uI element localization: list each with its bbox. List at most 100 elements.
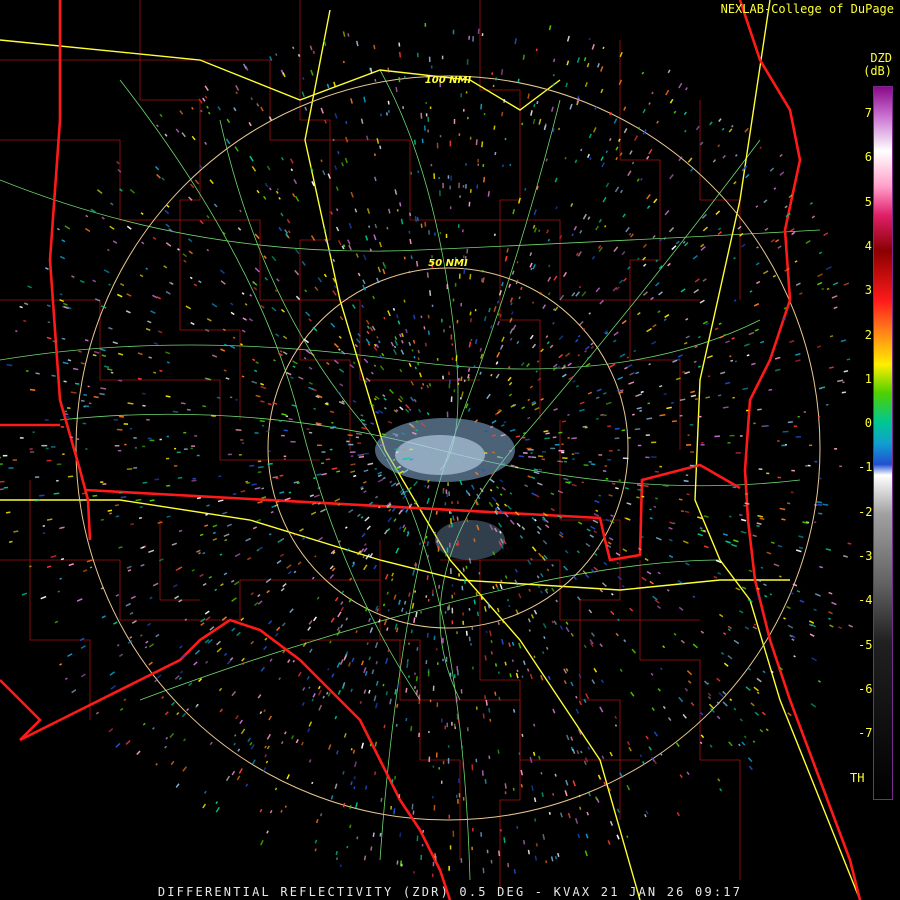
radar-gate <box>367 462 374 466</box>
radar-gate <box>678 498 683 501</box>
radar-gate <box>465 163 467 166</box>
radar-gate <box>816 501 823 504</box>
radar-gate <box>679 774 683 779</box>
radar-gate <box>185 305 192 310</box>
radar-gate <box>374 741 378 747</box>
radar-gate <box>632 413 635 416</box>
radar-gate <box>425 101 427 105</box>
radar-gate <box>108 727 114 733</box>
radar-gate <box>331 567 336 572</box>
radar-gate <box>190 447 193 450</box>
radar-gate <box>809 633 815 637</box>
radar-gate <box>450 511 452 514</box>
radar-gate <box>818 512 823 515</box>
radar-gate <box>138 516 142 520</box>
radar-gate <box>690 702 695 706</box>
radar-gate <box>619 668 623 673</box>
radar-gate <box>194 179 200 185</box>
radar-gate <box>432 796 434 799</box>
radar-gate <box>731 337 735 340</box>
radar-gate <box>733 707 737 711</box>
radar-gate <box>621 429 626 432</box>
radar-gate <box>446 284 449 290</box>
radar-gate <box>369 743 372 747</box>
radar-gate <box>118 415 125 418</box>
radar-gate <box>428 383 432 387</box>
radar-gate <box>536 525 542 531</box>
radar-gate <box>403 75 406 79</box>
radar-gate <box>278 677 281 681</box>
radar-gate <box>326 83 330 89</box>
radar-gate <box>460 689 463 694</box>
radar-gate <box>198 280 202 284</box>
radar-gate <box>503 420 507 424</box>
radar-gate <box>259 711 263 715</box>
radar-gate <box>483 316 487 322</box>
radar-gate <box>225 377 230 380</box>
radar-gate <box>652 595 658 601</box>
radar-gate <box>413 617 416 624</box>
radar-gate <box>395 451 399 454</box>
radar-gate <box>461 585 464 591</box>
radar-gate <box>265 578 272 584</box>
radar-gate <box>251 483 257 486</box>
radar-gate <box>427 116 430 123</box>
radar-gate <box>552 321 555 325</box>
radar-gate <box>375 680 379 686</box>
radar-gate <box>56 479 59 482</box>
radar-gate <box>784 205 788 209</box>
radar-gate <box>232 492 237 496</box>
radar-gate <box>762 424 769 427</box>
radar-gate <box>393 808 396 815</box>
radar-gate <box>551 106 554 112</box>
radar-gate <box>753 422 756 425</box>
radar-gate <box>355 436 359 439</box>
radar-gate <box>499 346 503 351</box>
radar-gate <box>547 276 552 282</box>
radar-gate <box>486 393 491 400</box>
radar-gate <box>662 705 666 710</box>
radar-gate <box>314 286 319 291</box>
radar-gate <box>126 565 132 569</box>
radar-gate <box>387 420 393 424</box>
radar-gate <box>493 125 496 130</box>
radar-gate <box>450 568 452 575</box>
radar-gate <box>578 806 582 811</box>
radar-gate <box>533 723 536 727</box>
radar-gate <box>775 239 780 243</box>
radar-gate <box>441 718 443 723</box>
radar-gate <box>644 814 647 818</box>
radar-gate <box>414 590 417 593</box>
radar-gate <box>396 209 399 212</box>
radar-gate <box>264 637 268 641</box>
radar-gate <box>733 539 739 543</box>
radar-gate <box>408 486 412 491</box>
radar-gate <box>456 631 458 635</box>
radar-gate <box>199 533 204 537</box>
radar-gate <box>447 758 450 764</box>
radar-gate <box>423 326 426 330</box>
radar-gate <box>133 437 137 439</box>
radar-gate <box>666 406 672 410</box>
radar-gate <box>297 671 302 677</box>
radar-gate <box>543 636 546 640</box>
radar-gate <box>341 684 345 689</box>
radar-gate <box>373 346 378 352</box>
radar-gate <box>204 524 209 528</box>
radar-gate <box>89 566 93 569</box>
radar-gate <box>648 102 651 105</box>
radar-gate <box>405 611 408 614</box>
radar-gate <box>570 736 574 741</box>
radar-gate <box>103 269 110 274</box>
radar-gate <box>179 670 184 674</box>
radar-gate <box>814 460 818 463</box>
radar-gate <box>511 641 515 646</box>
radar-gate <box>445 489 448 494</box>
radar-gate <box>479 347 482 352</box>
radar-gate <box>558 353 564 359</box>
radar-gate <box>613 339 617 343</box>
radar-gate <box>444 502 447 506</box>
radar-gate <box>663 392 667 396</box>
radar-gate <box>789 340 795 344</box>
radar-gate <box>631 161 635 165</box>
